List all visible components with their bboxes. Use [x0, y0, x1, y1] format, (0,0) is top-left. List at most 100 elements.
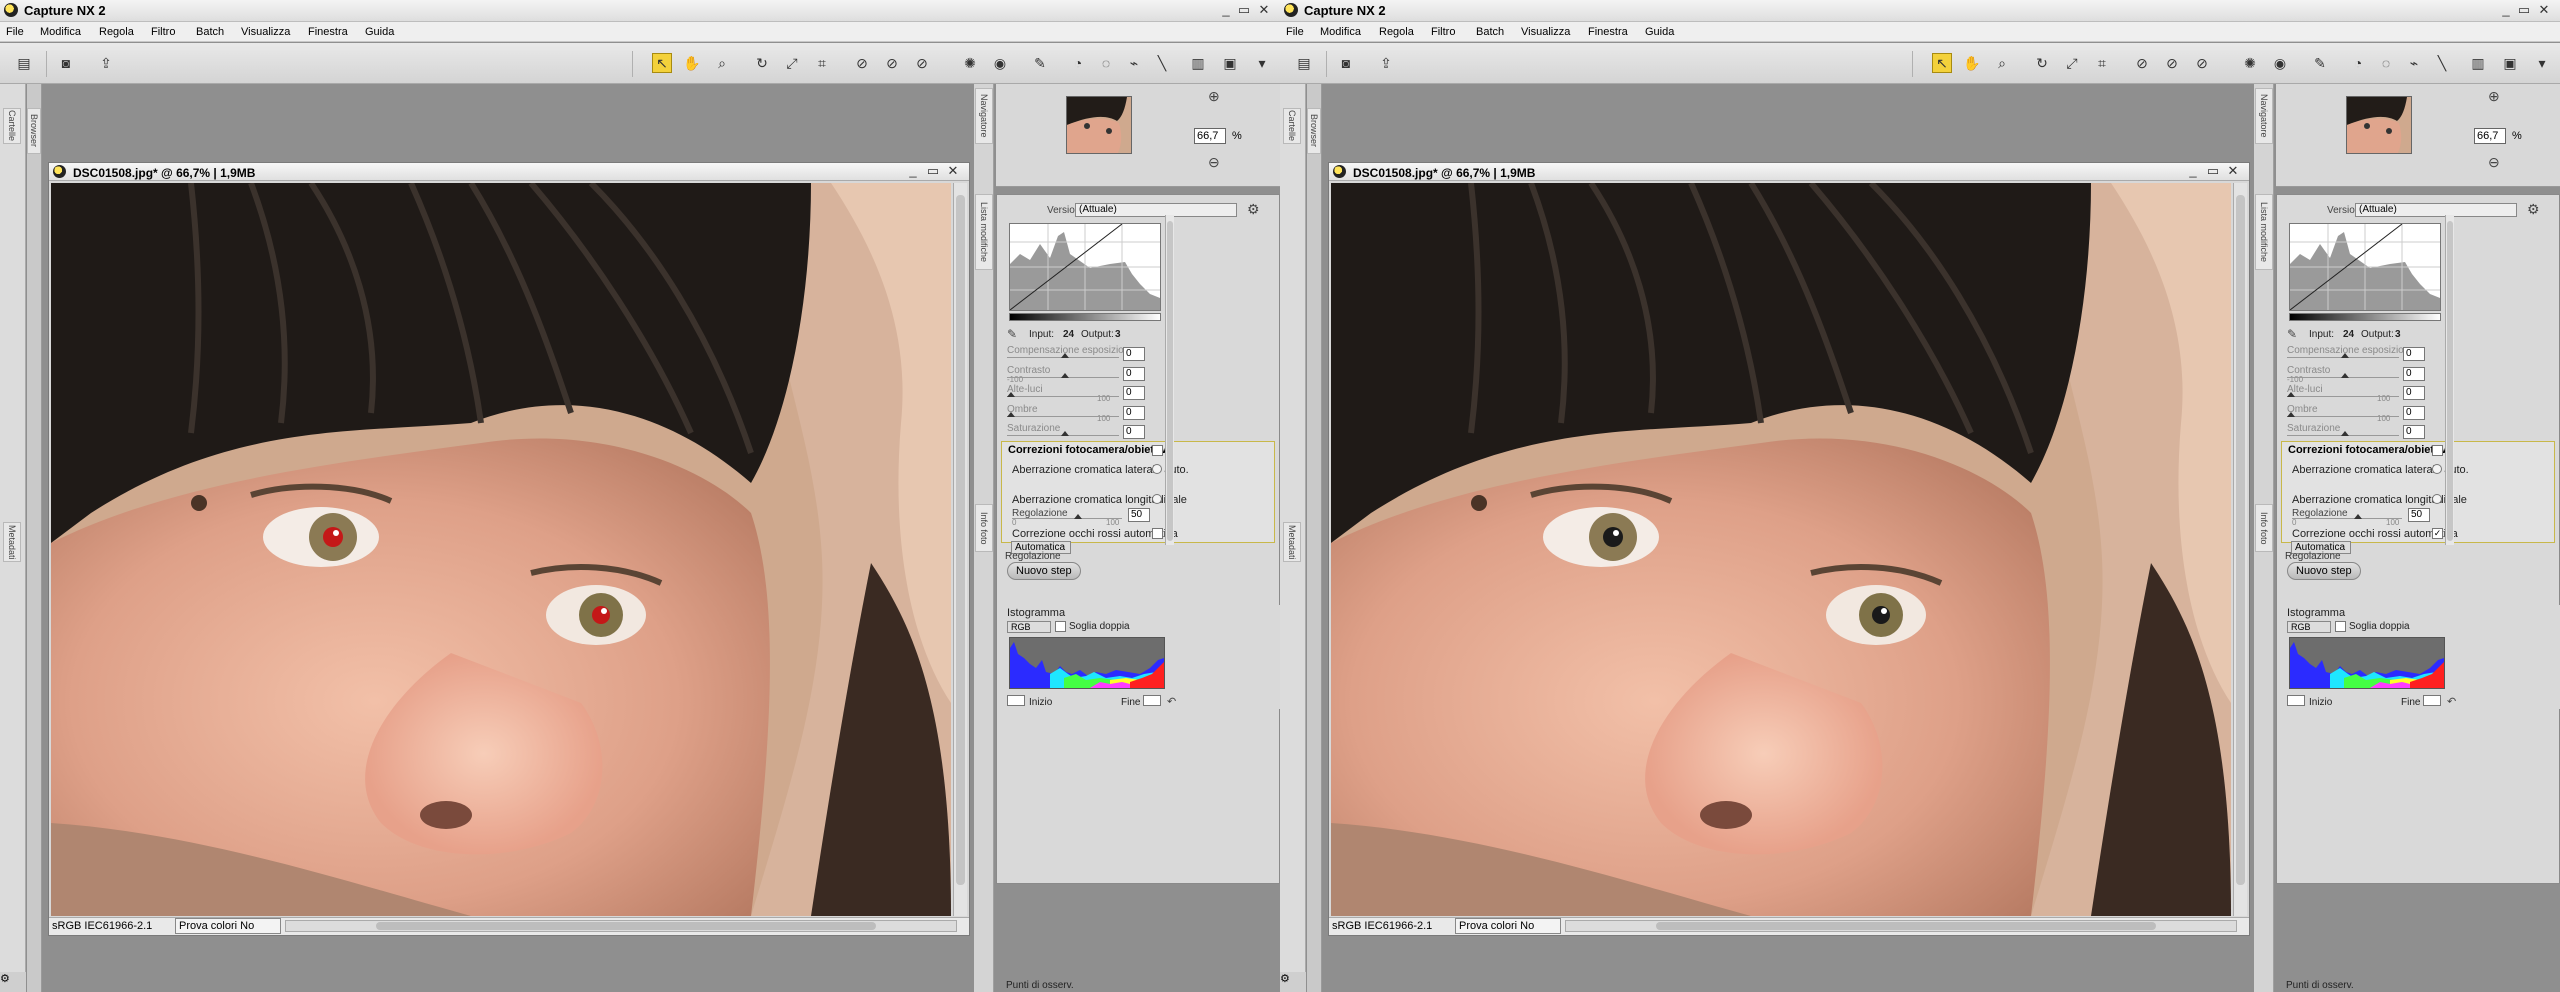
doc-minimize-button[interactable]: _ [2185, 163, 2201, 178]
tab-navigatore[interactable]: Navigatore [975, 88, 993, 144]
histogram-title[interactable]: Istogramma [2287, 607, 2345, 619]
reset-icon[interactable]: ↶ [1167, 695, 1176, 708]
menu-file[interactable]: File [1286, 26, 1304, 38]
proof-colors-select[interactable]: Prova colori No [1455, 918, 1561, 934]
document-vertical-scrollbar[interactable] [953, 183, 967, 916]
neutral-point-icon[interactable]: ⊘ [2162, 53, 2182, 73]
close-button[interactable]: ✕ [2536, 2, 2552, 18]
control-point-icon[interactable]: ✺ [960, 53, 980, 73]
white-point-icon[interactable]: ⊘ [912, 53, 932, 73]
menu-batch[interactable]: Batch [196, 26, 224, 38]
slider-value[interactable]: 0 [1123, 405, 1145, 420]
aberr-lateral-radio[interactable] [2432, 464, 2442, 474]
photo-canvas[interactable] [1331, 183, 2231, 916]
menu-batch[interactable]: Batch [1476, 26, 1504, 38]
tab-info-foto[interactable]: Info foto [975, 504, 993, 552]
menu-regola[interactable]: Regola [1379, 26, 1414, 38]
selection-icon[interactable]: ◔ [1068, 53, 1088, 73]
more-tools-icon[interactable]: ▾ [2532, 53, 2552, 73]
doc-maximize-button[interactable]: ▭ [925, 163, 941, 179]
adjust-slider[interactable] [1007, 367, 1119, 381]
document-horizontal-scrollbar[interactable] [285, 920, 957, 932]
doc-maximize-button[interactable]: ▭ [2205, 163, 2221, 179]
histogram-title[interactable]: Istogramma [1007, 607, 1065, 619]
brush-icon[interactable]: ✎ [1030, 53, 1050, 73]
levels-curve[interactable] [2289, 223, 2441, 311]
white-point-icon[interactable]: ⊘ [2192, 53, 2212, 73]
menu-filtro[interactable]: Filtro [151, 26, 175, 38]
slider-value[interactable]: 0 [2403, 386, 2425, 400]
end-value[interactable] [2423, 695, 2441, 706]
fill-icon[interactable]: ▣ [2500, 53, 2520, 73]
adjust-slider[interactable] [2287, 386, 2399, 400]
retouch-icon[interactable]: ⌁ [2404, 53, 2424, 73]
tab-navigatore[interactable]: Navigatore [2255, 88, 2273, 144]
zoom-out-icon[interactable]: ⊖ [2488, 154, 2500, 171]
double-threshold-checkbox[interactable] [1055, 621, 1066, 632]
edit-list-scrollbar[interactable] [1165, 215, 1174, 545]
rotate-icon[interactable]: ↻ [2032, 53, 2052, 73]
camera-icon[interactable]: ◙ [1336, 53, 1356, 73]
output-icon[interactable]: ⇪ [1376, 53, 1396, 73]
straighten-icon[interactable]: ⤢ [782, 53, 802, 73]
adjust-slider[interactable] [2287, 425, 2399, 439]
maximize-button[interactable]: ▭ [1236, 2, 1252, 18]
line-icon[interactable]: ╲ [1152, 53, 1172, 73]
edit-list-scrollbar[interactable] [2445, 215, 2454, 545]
workspace-icon[interactable]: ▤ [1294, 53, 1314, 73]
lasso-icon[interactable]: ◌ [2376, 53, 2396, 73]
zoom-tool-icon[interactable]: ⌕ [1992, 53, 2012, 73]
camera-corrections-checkbox[interactable] [2432, 445, 2443, 456]
menu-file[interactable]: File [6, 26, 24, 38]
version-select[interactable]: (Attuale) [2355, 203, 2517, 217]
settings-corner[interactable]: ⚙ [0, 972, 26, 992]
red-eye-checkbox[interactable]: ✓ [2432, 528, 2443, 539]
gear-icon[interactable]: ⚙ [1247, 201, 1260, 218]
red-eye-checkbox[interactable] [1152, 528, 1163, 539]
crop-icon[interactable]: ⌗ [812, 53, 832, 73]
output-icon[interactable]: ⇪ [96, 53, 116, 73]
zoom-in-icon[interactable]: ⊕ [1208, 88, 1220, 105]
adjust-slider[interactable] [1007, 347, 1119, 361]
workspace-icon[interactable]: ▤ [14, 53, 34, 73]
regolazione-value[interactable]: 50 [1128, 508, 1150, 522]
doc-close-button[interactable]: ✕ [945, 163, 961, 179]
double-threshold-checkbox[interactable] [2335, 621, 2346, 632]
control-point-icon[interactable]: ✺ [2240, 53, 2260, 73]
histogram-channel-select[interactable]: RGB [1007, 621, 1051, 633]
minimize-button[interactable]: _ [1218, 2, 1234, 17]
new-step-button[interactable]: Nuovo step [2287, 562, 2361, 580]
settings-corner[interactable]: ⚙ [1280, 972, 1306, 992]
red-eye-icon[interactable]: ◉ [990, 53, 1010, 73]
tab-cartelle[interactable]: Cartelle [1283, 108, 1301, 144]
proof-colors-select[interactable]: Prova colori No [175, 918, 281, 934]
hand-tool-icon[interactable]: ✋ [1962, 53, 1982, 73]
aberr-long-radio[interactable] [2432, 494, 2442, 504]
document-vertical-scrollbar[interactable] [2233, 183, 2247, 916]
slider-value[interactable]: 0 [1123, 386, 1145, 400]
line-icon[interactable]: ╲ [2432, 53, 2452, 73]
selection-icon[interactable]: ◔ [2348, 53, 2368, 73]
camera-icon[interactable]: ◙ [56, 53, 76, 73]
tab-metadati[interactable]: Metadati [1283, 522, 1301, 562]
gradient-icon[interactable]: ▥ [2468, 53, 2488, 73]
menu-finestra[interactable]: Finestra [1588, 26, 1628, 38]
slider-value[interactable]: 0 [2403, 405, 2425, 420]
slider-value[interactable]: 0 [2403, 366, 2425, 381]
slider-value[interactable]: 0 [1123, 347, 1145, 361]
menu-visualizza[interactable]: Visualizza [241, 26, 290, 38]
zoom-in-icon[interactable]: ⊕ [2488, 88, 2500, 105]
black-point-icon[interactable]: ⊘ [2132, 53, 2152, 73]
slider-value[interactable]: 0 [1123, 366, 1145, 381]
adjust-slider[interactable] [1007, 425, 1119, 439]
adjust-slider[interactable] [1007, 386, 1119, 400]
crop-icon[interactable]: ⌗ [2092, 53, 2112, 73]
aberr-lateral-radio[interactable] [1152, 464, 1162, 474]
camera-corrections-title[interactable]: Correzioni fotocamera/obiettivo [1008, 444, 1174, 456]
zoom-tool-icon[interactable]: ⌕ [712, 53, 732, 73]
menu-guida[interactable]: Guida [1645, 26, 1674, 38]
regolazione-slider[interactable] [2292, 508, 2402, 522]
zoom-value-input[interactable]: 66,7 [2474, 128, 2506, 144]
tab-lista-modifiche[interactable]: Lista modifiche [975, 194, 993, 270]
start-value[interactable] [2287, 695, 2305, 706]
